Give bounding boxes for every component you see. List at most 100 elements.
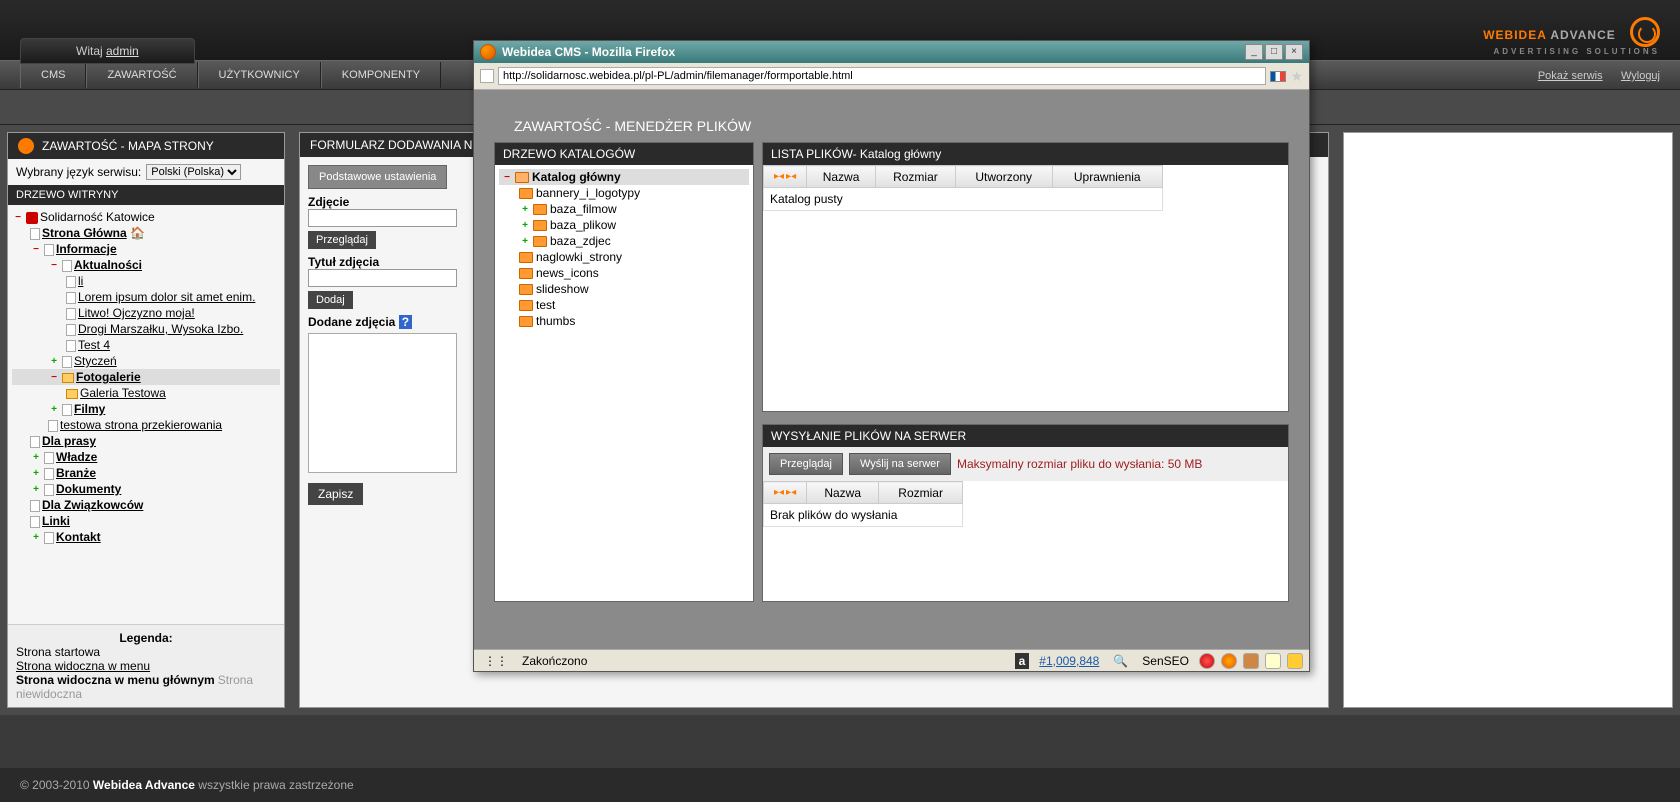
folder-tree-header: DRZEWO KATALOGÓW xyxy=(495,143,753,165)
node-li[interactable]: li xyxy=(78,274,83,288)
status-a-icon[interactable]: a xyxy=(1015,653,1030,669)
maximize-button[interactable]: □ xyxy=(1265,44,1283,60)
sort-icons[interactable]: ▸◂▸◂ xyxy=(770,169,800,184)
folder-tree[interactable]: −Katalog główny bannery_i_logotypy +baza… xyxy=(495,165,753,333)
node-wladze[interactable]: Władze xyxy=(56,450,97,464)
expand-icon[interactable]: + xyxy=(519,220,531,232)
node-lorem[interactable]: Lorem ipsum dolor sit amet enim. xyxy=(78,290,255,304)
sort-icons[interactable]: ▸◂▸◂ xyxy=(770,485,800,500)
page-icon xyxy=(30,436,40,448)
noscript-icon[interactable] xyxy=(1199,653,1215,669)
expand-icon[interactable]: + xyxy=(519,204,531,216)
node-test4[interactable]: Test 4 xyxy=(78,338,110,352)
arrow-icon: ▸◂ xyxy=(786,171,796,182)
senseo-label[interactable]: SenSEO xyxy=(1138,654,1193,668)
folder-item[interactable]: +baza_plikow xyxy=(499,217,749,233)
title-input[interactable] xyxy=(308,269,457,287)
help-icon[interactable]: ? xyxy=(399,315,412,329)
sitemap-header: ZAWARTOŚĆ - MAPA STRONY xyxy=(8,133,284,159)
url-input[interactable] xyxy=(498,67,1266,85)
folder-item[interactable]: naglowki_strony xyxy=(499,249,749,265)
browse-button[interactable]: Przeglądaj xyxy=(308,231,376,249)
cursor-icon[interactable] xyxy=(1265,653,1281,669)
node-info[interactable]: Informacje xyxy=(56,242,117,256)
window-titlebar[interactable]: Webidea CMS - Mozilla Firefox _ □ × xyxy=(474,41,1309,63)
folder-item[interactable]: +baza_filmow xyxy=(499,201,749,217)
node-home[interactable]: Strona Główna xyxy=(42,226,127,240)
save-button[interactable]: Zapisz xyxy=(308,483,363,505)
node-filmy[interactable]: Filmy xyxy=(74,402,105,416)
add-button[interactable]: Dodaj xyxy=(308,291,353,309)
bookmark-star-icon[interactable]: ★ xyxy=(1290,68,1303,85)
photo-input[interactable] xyxy=(308,209,457,227)
folder-item[interactable]: bannery_i_logotypy xyxy=(499,185,749,201)
tab-basic-settings[interactable]: Podstawowe ustawienia xyxy=(308,165,447,189)
gear-icon[interactable] xyxy=(1287,653,1303,669)
node-drogi[interactable]: Drogi Marszałku, Wysoka Izbo. xyxy=(78,322,243,336)
root-icon xyxy=(26,212,38,224)
magnify-icon[interactable]: 🔍 xyxy=(1109,654,1132,668)
expand-icon[interactable]: + xyxy=(48,356,60,368)
node-kontakt[interactable]: Kontakt xyxy=(56,530,101,544)
flag-icon xyxy=(1270,71,1286,82)
collapse-icon[interactable]: − xyxy=(12,212,24,224)
node-news[interactable]: Aktualności xyxy=(74,258,142,272)
collapse-icon[interactable]: − xyxy=(48,260,60,272)
expand-icon[interactable]: + xyxy=(30,532,42,544)
collapse-icon[interactable]: − xyxy=(501,172,513,184)
node-branze[interactable]: Branże xyxy=(56,466,96,480)
node-gal[interactable]: Galeria Testowa xyxy=(80,386,166,400)
upload-browse-button[interactable]: Przeglądaj xyxy=(769,453,843,475)
collapse-icon[interactable]: − xyxy=(48,372,60,384)
expand-icon[interactable]: + xyxy=(30,484,42,496)
legend-menu[interactable]: Strona widoczna w menu xyxy=(16,659,276,673)
legend: Legenda: Strona startowa Strona widoczna… xyxy=(8,624,284,707)
status-count[interactable]: #1,009,848 xyxy=(1035,654,1103,668)
expand-icon[interactable]: + xyxy=(30,452,42,464)
node-linki[interactable]: Linki xyxy=(42,514,70,528)
node-dokumenty[interactable]: Dokumenty xyxy=(56,482,121,496)
node-prasy[interactable]: Dla prasy xyxy=(42,434,96,448)
node-testowa[interactable]: testowa strona przekierowania xyxy=(60,418,222,432)
expand-icon[interactable]: + xyxy=(48,404,60,416)
brand-logo: WEBIDEA ADVANCE ADVERTISING SOLUTIONS xyxy=(1483,15,1660,56)
page-icon xyxy=(62,404,72,416)
expand-icon[interactable]: + xyxy=(519,236,531,248)
node-foto[interactable]: Fotogalerie xyxy=(76,370,141,384)
node-styczen[interactable]: Styczeń xyxy=(74,354,117,368)
logout-link[interactable]: Wyloguj xyxy=(1621,70,1660,82)
welcome-user-link[interactable]: admin xyxy=(106,44,139,58)
folder-item[interactable]: news_icons xyxy=(499,265,749,281)
expand-icon[interactable]: + xyxy=(30,468,42,480)
tree-root[interactable]: Solidarność Katowice xyxy=(40,210,155,224)
folder-item[interactable]: thumbs xyxy=(499,313,749,329)
firebug-icon[interactable] xyxy=(1243,653,1259,669)
minimize-button[interactable]: _ xyxy=(1245,44,1263,60)
col-created[interactable]: Utworzony xyxy=(955,166,1052,188)
lang-select[interactable]: Polski (Polska) xyxy=(146,164,241,180)
resize-grip-icon[interactable]: ⋮⋮ xyxy=(480,654,512,668)
menu-cms[interactable]: CMS xyxy=(20,62,86,88)
right-placeholder xyxy=(1343,132,1673,708)
upload-send-button[interactable]: Wyślij na serwer xyxy=(849,453,951,475)
site-tree[interactable]: −Solidarność Katowice Strona Główna 🏠 −I… xyxy=(8,205,284,624)
show-site-link[interactable]: Pokaż serwis xyxy=(1538,70,1603,82)
node-litwo[interactable]: Litwo! Ojczyzno moja! xyxy=(78,306,195,320)
page-icon xyxy=(66,276,76,288)
upload-col-name[interactable]: Nazwa xyxy=(807,482,879,504)
menu-components[interactable]: KOMPONENTY xyxy=(321,62,441,88)
menu-content[interactable]: ZAWARTOŚĆ xyxy=(86,62,197,88)
col-name[interactable]: Nazwa xyxy=(807,166,876,188)
folder-item[interactable]: test xyxy=(499,297,749,313)
menu-users[interactable]: UŻYTKOWNICY xyxy=(198,62,321,88)
col-perms[interactable]: Uprawnienia xyxy=(1052,166,1163,188)
close-button[interactable]: × xyxy=(1285,44,1303,60)
node-zwiazkowcow[interactable]: Dla Związkowców xyxy=(42,498,143,512)
col-size[interactable]: Rozmiar xyxy=(875,166,955,188)
collapse-icon[interactable]: − xyxy=(30,244,42,256)
firefox-status-icon[interactable] xyxy=(1221,653,1237,669)
folder-root[interactable]: −Katalog główny xyxy=(499,169,749,185)
folder-item[interactable]: +baza_zdjec xyxy=(499,233,749,249)
upload-col-size[interactable]: Rozmiar xyxy=(879,482,963,504)
folder-item[interactable]: slideshow xyxy=(499,281,749,297)
